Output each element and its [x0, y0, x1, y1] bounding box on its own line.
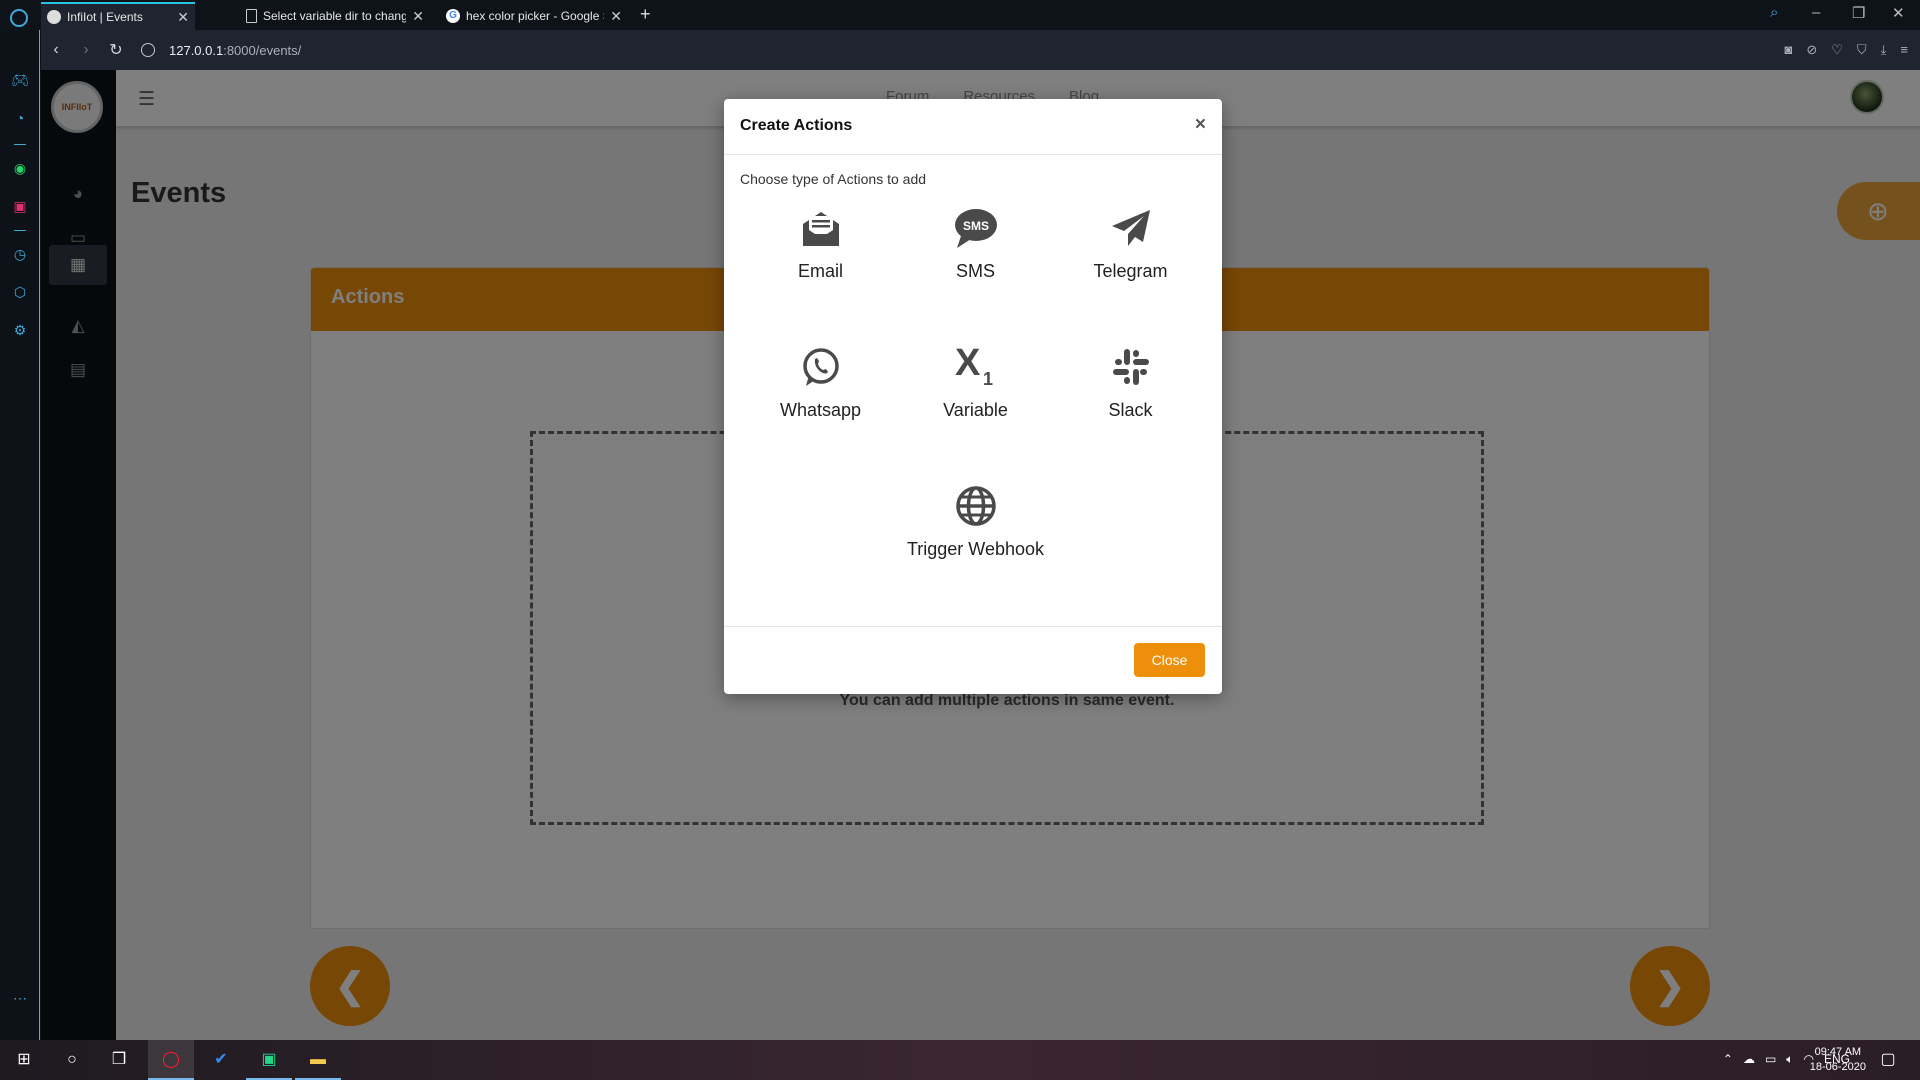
- url-field[interactable]: 127.0.0.1:8000/events/: [169, 43, 301, 58]
- modal-body: Choose type of Actions to add Email SMS …: [724, 155, 1222, 585]
- opera-taskbar-icon: ◯: [162, 1051, 180, 1068]
- adblock-icon[interactable]: ⊘: [1806, 42, 1817, 58]
- back-icon[interactable]: ‹: [41, 41, 71, 59]
- browser-tab-select-variable[interactable]: Select variable dir to chang ✕: [240, 2, 430, 30]
- history-icon[interactable]: ◷: [10, 244, 30, 264]
- browser-tab-bar: InfiIot | Events ✕ Select variable dir t…: [0, 0, 1920, 30]
- modal-footer: Close: [724, 626, 1222, 694]
- globe-icon: [868, 483, 1083, 529]
- address-bar: ‹ › ↻ 127.0.0.1:8000/events/ ◙ ⊘ ♡ ⛉ ⤓ ≡: [41, 30, 1920, 70]
- notification-center-icon[interactable]: ▢: [1876, 1048, 1900, 1072]
- action-label: SMS: [955, 261, 995, 281]
- action-label: Telegram: [1093, 261, 1168, 281]
- minimize-icon[interactable]: –: [1812, 4, 1820, 21]
- action-grid: Email SMS SMS Telegram Whatsapp X 1 Vari…: [740, 205, 1206, 585]
- vpn-shield-icon[interactable]: ⛉: [1857, 42, 1867, 58]
- chevron-up-icon[interactable]: ⌃: [1723, 1052, 1733, 1067]
- close-button[interactable]: Close: [1134, 643, 1205, 677]
- action-label: Variable: [943, 400, 1008, 420]
- restore-icon[interactable]: ❐: [1852, 4, 1865, 22]
- folder-icon: ▬: [310, 1051, 326, 1068]
- svg-text:X: X: [955, 345, 981, 384]
- modal-header: Create Actions ×: [724, 99, 1222, 155]
- opera-sidebar: 🎮︎ ◔ ◉ ▣ ◷ ⬡ ⚙ ⋯: [0, 30, 40, 1040]
- heart-icon[interactable]: ♡: [1831, 42, 1843, 58]
- site-info-icon[interactable]: [141, 43, 155, 57]
- cloud-icon[interactable]: ☁: [1743, 1052, 1755, 1067]
- sms-bubble-icon: SMS: [898, 205, 1053, 251]
- document-icon: [246, 9, 257, 23]
- action-email[interactable]: Email: [743, 205, 898, 282]
- action-label: Trigger Webhook: [906, 539, 1045, 559]
- whatsapp-sidebar-icon[interactable]: ◉: [10, 158, 30, 178]
- volume-icon[interactable]: 🔈︎: [1786, 1052, 1793, 1067]
- tab-favicon-icon: [47, 10, 61, 24]
- clock-date: 18-06-2020: [1809, 1061, 1866, 1073]
- search-icon[interactable]: ⌕: [1770, 4, 1778, 21]
- checkmark-icon: ✔: [214, 1051, 228, 1068]
- action-telegram[interactable]: Telegram: [1053, 205, 1208, 282]
- slack-icon: [1053, 344, 1208, 390]
- create-actions-modal: Create Actions × Choose type of Actions …: [724, 99, 1222, 694]
- tab-close-icon[interactable]: ✕: [412, 8, 424, 25]
- tab-close-icon[interactable]: ✕: [177, 9, 189, 26]
- paper-plane-icon: [1053, 205, 1208, 251]
- windows-taskbar: ⊞ ○ ❒ ◯ ✔ ▣ ▬ ⌃ ☁ ▭ 🔈︎ ◠ ENG 09:47 AM 18…: [0, 1040, 1920, 1080]
- svg-text:SMS: SMS: [962, 219, 988, 233]
- taskbar-explorer[interactable]: ▬: [295, 1040, 341, 1080]
- taskbar-todo[interactable]: ✔: [198, 1040, 244, 1080]
- modal-title: Create Actions: [740, 117, 853, 134]
- reload-icon[interactable]: ↻: [101, 40, 131, 60]
- taskbar-pycharm[interactable]: ▣: [246, 1040, 292, 1080]
- forward-icon[interactable]: ›: [71, 41, 101, 59]
- google-icon: G: [446, 9, 460, 23]
- easy-setup-icon[interactable]: ≡: [1900, 42, 1908, 58]
- action-label: Email: [797, 261, 843, 281]
- clock-time: 09:47 AM: [1814, 1046, 1862, 1058]
- tab-title: InfiIot | Events: [67, 10, 143, 24]
- new-tab-button[interactable]: +: [640, 4, 651, 25]
- url-host: 127.0.0.1: [169, 42, 224, 58]
- svg-text:1: 1: [983, 369, 993, 389]
- envelope-open-icon: [743, 205, 898, 251]
- gamepad-icon[interactable]: 🎮︎: [10, 70, 30, 90]
- pycharm-icon: ▣: [261, 1051, 277, 1068]
- extensions-cube-icon[interactable]: ⬡: [10, 282, 30, 302]
- task-view-icon[interactable]: ❒: [107, 1048, 131, 1072]
- tab-title: Select variable dir to chang: [263, 9, 407, 23]
- download-icon[interactable]: ⤓: [1881, 42, 1887, 58]
- battery-icon[interactable]: ▭: [1765, 1052, 1776, 1067]
- taskbar-opera[interactable]: ◯: [148, 1040, 194, 1080]
- url-path: :8000/events/: [223, 42, 302, 58]
- settings-gear-icon[interactable]: ⚙: [10, 320, 30, 340]
- action-label: Slack: [1108, 400, 1153, 420]
- tab-close-icon[interactable]: ✕: [610, 8, 622, 25]
- browser-tab-hex-picker[interactable]: G hex color picker - Google S ✕: [440, 2, 628, 30]
- modal-hint: Choose type of Actions to add: [740, 171, 927, 187]
- toolbar-icons: ◙ ⊘ ♡ ⛉ ⤓ ≡: [1784, 42, 1908, 58]
- subscript-icon: X1: [898, 344, 1053, 390]
- more-icon[interactable]: ⋯: [10, 988, 30, 1008]
- instagram-sidebar-icon[interactable]: ▣: [10, 196, 30, 216]
- action-slack[interactable]: Slack: [1053, 344, 1208, 421]
- speed-dial-icon[interactable]: ◔: [10, 108, 30, 128]
- modal-close-icon[interactable]: ×: [1195, 114, 1206, 136]
- snapshot-icon[interactable]: ◙: [1784, 42, 1792, 58]
- browser-tab-events[interactable]: InfiIot | Events ✕: [41, 2, 195, 30]
- action-variable[interactable]: X1 Variable: [898, 344, 1053, 421]
- action-trigger-webhook[interactable]: Trigger Webhook: [868, 483, 1083, 560]
- taskbar-clock[interactable]: 09:47 AM 18-06-2020: [1810, 1045, 1866, 1075]
- tab-title: hex color picker - Google S: [466, 9, 605, 23]
- action-label: Whatsapp: [779, 400, 862, 420]
- window-close-icon[interactable]: ✕: [1892, 4, 1905, 22]
- action-whatsapp[interactable]: Whatsapp: [743, 344, 898, 421]
- opera-menu-icon[interactable]: [10, 9, 28, 27]
- whatsapp-icon: [743, 344, 898, 390]
- action-sms[interactable]: SMS SMS: [898, 205, 1053, 282]
- cortana-search-icon[interactable]: ○: [60, 1048, 84, 1072]
- windows-start-icon[interactable]: ⊞: [12, 1048, 36, 1072]
